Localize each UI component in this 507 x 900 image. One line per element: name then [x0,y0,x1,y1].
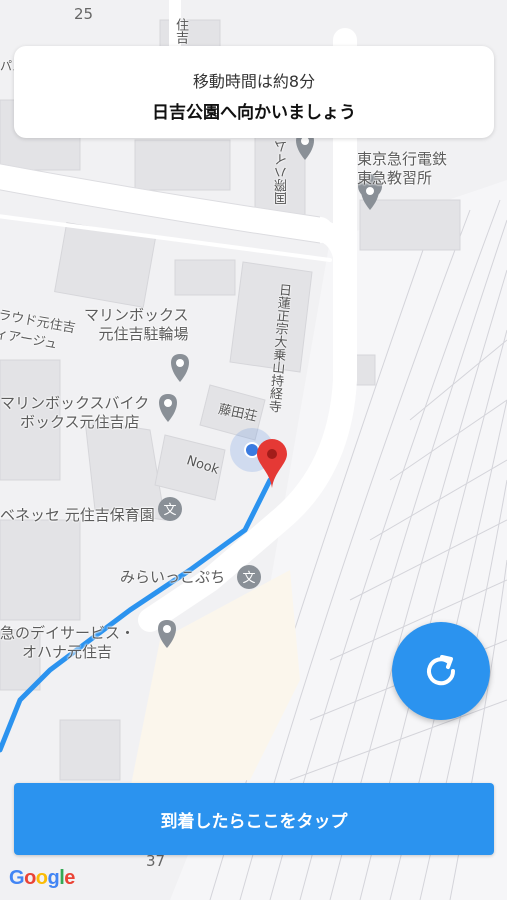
building-label-upper: 住吉 [173,18,188,44]
svg-text:文: 文 [242,570,255,585]
poi-label-marinbox-bike[interactable]: マリンボックスバイク ボックス元住吉店 [0,394,149,432]
arrive-button[interactable]: 到着したらここをタップ [14,783,494,855]
address-number-top: 25 [74,5,94,23]
refresh-icon [427,655,456,686]
route-info-card: 移動時間は約8分 日吉公園へ向かいましょう [14,46,494,138]
destination-instruction: 日吉公園へ向かいましょう [152,103,356,123]
google-logo: Google [9,867,75,889]
poi-label-dayservice[interactable]: 急のデイサービス・ オハナ元住吉 [0,624,135,662]
poi-label-tokyu[interactable]: 東京急行電鉄 東急教習所 [357,150,447,188]
refresh-button[interactable] [392,622,490,720]
poi-label-mirai[interactable]: みらいっこぷち [120,568,225,587]
svg-text:文: 文 [163,502,176,517]
travel-time-text: 移動時間は約8分 [192,72,316,91]
poi-label-benesse[interactable]: ベネッセ 元住吉保育園 [0,506,155,525]
building-label-hamu: 国際ハイム [275,140,290,205]
poi-label-marinbox-parking[interactable]: マリンボックス 元住吉駐輪場 [84,306,189,344]
